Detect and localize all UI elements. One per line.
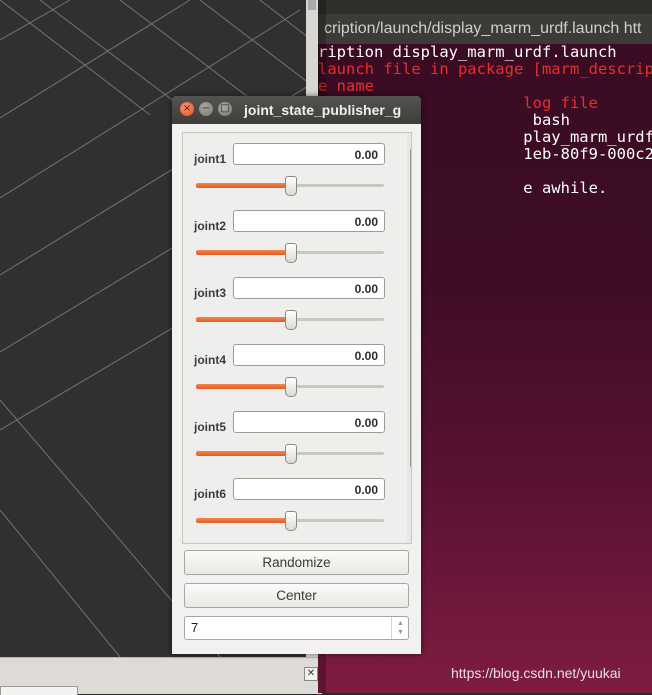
joint-row: joint1 0.00	[183, 140, 403, 207]
center-button[interactable]: Center	[184, 583, 409, 608]
scroll-up-icon[interactable]: ▲	[407, 133, 412, 145]
joint-slider[interactable]	[196, 176, 384, 196]
panel-tab[interactable]	[0, 686, 78, 695]
minimize-icon[interactable]: −	[199, 102, 213, 116]
slider-fill	[196, 250, 290, 255]
joint-row: joint4 0.00	[183, 341, 403, 408]
terminal-line: ription display_marm_urdf.launch	[318, 43, 617, 61]
rviz-bottom-panel: ✕	[0, 657, 322, 695]
joint-value-field[interactable]: 0.00	[233, 411, 385, 433]
terminal-line: e name	[318, 77, 374, 95]
joint-slider[interactable]	[196, 310, 384, 330]
joint-row: joint6 0.00	[183, 475, 403, 542]
joint-value-field[interactable]: 0.00	[233, 478, 385, 500]
randomize-button[interactable]: Randomize	[184, 550, 409, 575]
slider-fill	[196, 384, 290, 389]
joint-row: joint3 0.00	[183, 274, 403, 341]
joint-slider[interactable]	[196, 377, 384, 397]
joint-count-spinbox[interactable]: 7 ▲ ▼	[184, 616, 409, 640]
joint-label: joint4	[194, 353, 226, 367]
spinbox-value[interactable]: 7	[191, 617, 198, 639]
terminal-top-bar	[318, 0, 652, 14]
window-title: joint_state_publisher_g	[244, 102, 402, 118]
terminal-line: launch file in package [marm_descript	[318, 60, 652, 78]
joint-label: joint3	[194, 286, 226, 300]
scroll-down-icon[interactable]: ▼	[407, 531, 412, 543]
joint-label: joint2	[194, 219, 226, 233]
slider-handle[interactable]	[285, 310, 297, 330]
slider-fill	[196, 451, 290, 456]
slider-handle[interactable]	[285, 377, 297, 397]
slider-handle[interactable]	[285, 444, 297, 464]
joints-scroll-area[interactable]: joint1 0.00 joint2 0.00 joint3 0.00 joint4 0.00…	[182, 132, 412, 544]
spin-up-icon[interactable]: ▲	[397, 620, 404, 628]
slider-fill	[196, 183, 290, 188]
joint-label: joint5	[194, 420, 226, 434]
joint-value-field[interactable]: 0.00	[233, 143, 385, 165]
window-titlebar[interactable]: × − □ joint_state_publisher_g	[172, 96, 421, 124]
slider-handle[interactable]	[285, 511, 297, 531]
slider-fill	[196, 317, 290, 322]
joint-state-publisher-window: × − □ joint_state_publisher_g joint1 0.00…	[172, 96, 421, 654]
joint-value-field[interactable]: 0.00	[233, 210, 385, 232]
joints-scrollbar[interactable]: ▲ ⋮ ▼	[407, 133, 412, 543]
slider-fill	[196, 518, 290, 523]
close-icon[interactable]: ×	[180, 102, 194, 116]
joint-label: joint1	[194, 152, 226, 166]
joint-row: joint5 0.00	[183, 408, 403, 475]
spin-down-icon[interactable]: ▼	[397, 629, 404, 637]
maximize-icon[interactable]: □	[218, 102, 232, 116]
terminal-title: cription/launch/display_marm_urdf.launch…	[318, 14, 652, 44]
joint-label: joint6	[194, 487, 226, 501]
slider-handle[interactable]	[285, 243, 297, 263]
joint-slider[interactable]	[196, 444, 384, 464]
joint-slider[interactable]	[196, 243, 384, 263]
joint-value-field[interactable]: 0.00	[233, 277, 385, 299]
joint-value-field[interactable]: 0.00	[233, 344, 385, 366]
joint-slider[interactable]	[196, 511, 384, 531]
joint-row: joint2 0.00	[183, 207, 403, 274]
spinbox-arrows[interactable]: ▲ ▼	[391, 617, 408, 639]
panel-close-icon[interactable]: ✕	[304, 667, 318, 681]
slider-handle[interactable]	[285, 176, 297, 196]
scrollbar-thumb[interactable]	[410, 147, 411, 469]
watermark-text: https://blog.csdn.net/yuukai	[451, 665, 621, 681]
